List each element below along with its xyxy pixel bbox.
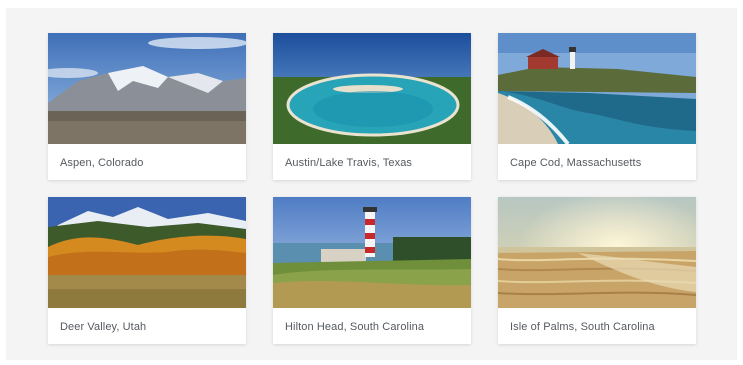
- autumn-mountain-photo: [48, 197, 246, 308]
- destination-card-deer-valley[interactable]: Deer Valley, Utah: [48, 197, 246, 344]
- destination-label: Hilton Head, South Carolina: [285, 321, 425, 333]
- destination-label: Deer Valley, Utah: [60, 321, 147, 333]
- destination-label: Isle of Palms, South Carolina: [510, 321, 655, 333]
- snowy-mountain-photo: [48, 33, 246, 144]
- lake-aerial-photo: [273, 33, 471, 144]
- destination-card-austin[interactable]: Austin/Lake Travis, Texas: [273, 33, 471, 180]
- destination-label: Aspen, Colorado: [60, 157, 144, 169]
- destination-label: Cape Cod, Massachusetts: [510, 157, 642, 169]
- beach-sunset-photo: [498, 197, 696, 308]
- destination-card-aspen[interactable]: Aspen, Colorado: [48, 33, 246, 180]
- destination-card-cape-cod[interactable]: Cape Cod, Massachusetts: [498, 33, 696, 180]
- lighthouse-coast-photo: [498, 33, 696, 144]
- destination-card-hilton-head[interactable]: Hilton Head, South Carolina: [273, 197, 471, 344]
- destination-label: Austin/Lake Travis, Texas: [285, 157, 413, 169]
- destination-card-isle-of-palms[interactable]: Isle of Palms, South Carolina: [498, 197, 696, 344]
- lighthouse-golf-photo: [273, 197, 471, 308]
